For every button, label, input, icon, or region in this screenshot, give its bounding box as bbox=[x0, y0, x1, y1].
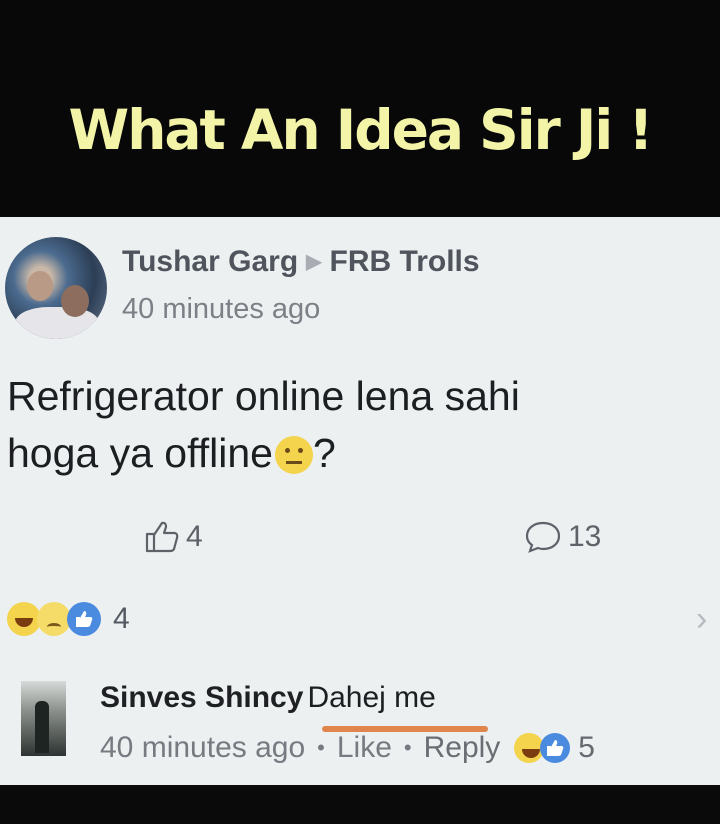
post-text-line2: hoga ya offline bbox=[7, 430, 273, 476]
author-avatar[interactable] bbox=[5, 237, 107, 339]
meme-banner: What An Idea Sir Ji ! bbox=[0, 0, 720, 215]
like-count: 4 bbox=[186, 520, 203, 553]
comment-reactions[interactable]: 5 bbox=[514, 731, 595, 765]
comment-text: Dahej me bbox=[307, 681, 436, 714]
haha-reaction-icon bbox=[7, 602, 41, 636]
comment-icon bbox=[525, 521, 561, 553]
reaction-count: 4 bbox=[113, 602, 130, 635]
banner-title: What An Idea Sir Ji ! bbox=[68, 98, 654, 162]
comment-line: Sinves Shincy Dahej me bbox=[100, 681, 436, 715]
like-reaction-icon bbox=[67, 602, 101, 636]
author-name[interactable]: Tushar Garg bbox=[122, 245, 298, 278]
post-header: Tushar Garg ▶ FRB Trolls bbox=[122, 245, 480, 279]
separator-dot: • bbox=[317, 735, 325, 760]
post-text-line1: Refrigerator online lena sahi bbox=[7, 373, 520, 419]
post-body: Refrigerator online lena sahi hoga ya of… bbox=[7, 368, 707, 482]
reaction-summary[interactable]: 4 bbox=[7, 602, 130, 636]
comment-reaction-count: 5 bbox=[578, 731, 595, 764]
commenter-name[interactable]: Sinves Shincy bbox=[100, 681, 303, 714]
confused-emoji bbox=[274, 436, 313, 474]
like-button[interactable]: 4 bbox=[144, 520, 203, 554]
thumbs-up-icon bbox=[145, 521, 179, 553]
comment-timestamp[interactable]: 40 minutes ago bbox=[100, 731, 305, 765]
bottom-bar bbox=[0, 785, 720, 824]
post-timestamp[interactable]: 40 minutes ago bbox=[122, 293, 320, 326]
post-text-end: ? bbox=[312, 430, 336, 476]
separator-dot: • bbox=[403, 735, 412, 760]
commenter-avatar[interactable] bbox=[21, 681, 66, 756]
comment-meta: 40 minutes ago • Like • Reply 5 bbox=[100, 731, 595, 765]
group-name[interactable]: FRB Trolls bbox=[330, 245, 480, 278]
comment-count: 13 bbox=[568, 520, 602, 553]
comment-button[interactable]: 13 bbox=[524, 520, 601, 554]
sad-reaction-icon bbox=[37, 602, 71, 636]
like-reaction-icon bbox=[540, 733, 571, 763]
comment-reply-link[interactable]: Reply bbox=[424, 731, 501, 765]
comment-like-link[interactable]: Like bbox=[337, 731, 392, 765]
share-arrow-icon: ▶ bbox=[306, 251, 322, 273]
chevron-right-icon[interactable]: › bbox=[696, 600, 707, 639]
